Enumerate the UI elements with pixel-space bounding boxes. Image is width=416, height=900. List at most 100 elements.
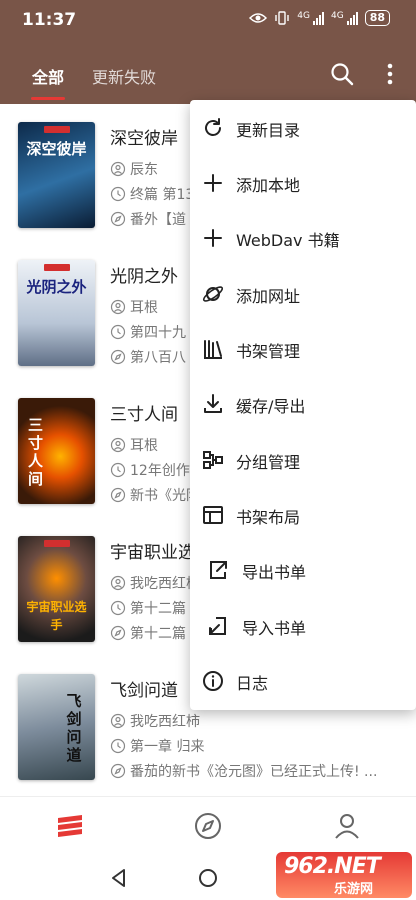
book-cover: 宇宙职业选手 bbox=[18, 536, 95, 642]
book-cover: 光阴之外 bbox=[18, 260, 95, 366]
book-read-row: 第八百八 bbox=[110, 347, 186, 367]
book-latest-row: 12年创作 bbox=[110, 460, 190, 480]
layout-icon bbox=[203, 506, 223, 524]
bookshelf-tab-icon bbox=[58, 815, 82, 837]
book-author-row: 耳根 bbox=[110, 435, 158, 455]
book-latest-row: 终篇 第13 bbox=[110, 184, 194, 204]
watermark-main: 962.NET bbox=[284, 854, 381, 879]
clock-icon bbox=[110, 738, 126, 754]
person-icon bbox=[110, 299, 126, 315]
menu-item-add-local[interactable]: 添加本地 bbox=[190, 155, 416, 210]
cover-title: 飞剑问道 bbox=[66, 692, 82, 764]
book-latest-row: 第十二篇 bbox=[110, 598, 186, 618]
publisher-badge bbox=[44, 264, 70, 271]
book-latest-chapter: 12年创作 bbox=[130, 463, 190, 479]
menu-item-bookshelf-layout[interactable]: 书架布局 bbox=[190, 487, 416, 542]
tab-all[interactable]: 全部 bbox=[32, 64, 64, 88]
watermark-sub: 乐游网 bbox=[334, 882, 374, 897]
menu-item-add-url[interactable]: 添加网址 bbox=[190, 266, 416, 321]
back-icon[interactable] bbox=[107, 866, 131, 890]
book-author: 我吃西红柿 bbox=[130, 714, 200, 730]
status-time: 11:37 bbox=[22, 10, 77, 30]
book-author-row: 我吃西红柿 bbox=[110, 711, 200, 731]
site-watermark-logo: 962.NET 乐游网 bbox=[276, 852, 412, 898]
publisher-badge bbox=[44, 126, 70, 133]
bookshelf-icon bbox=[204, 340, 222, 359]
menu-item-cache-export[interactable]: 缓存/导出 bbox=[190, 376, 416, 431]
cover-title: 三寸人间 bbox=[28, 416, 44, 488]
cover-title: 深空彼岸 bbox=[26, 140, 87, 158]
menu-item-label: 导出书单 bbox=[242, 563, 307, 582]
book-author-row: 我吃西红柿 bbox=[110, 573, 200, 593]
person-icon bbox=[110, 437, 126, 453]
cover-title: 光阴之外 bbox=[26, 278, 87, 296]
book-title: 深空彼岸 bbox=[110, 129, 178, 149]
eye-icon bbox=[249, 13, 268, 23]
book-last-read: 番外【道 bbox=[130, 212, 186, 228]
menu-item-group-manage[interactable]: 分组管理 bbox=[190, 432, 416, 487]
tab-update-failed[interactable]: 更新失败 bbox=[92, 64, 156, 88]
vibrate-icon bbox=[275, 11, 289, 25]
plus-icon bbox=[204, 229, 222, 247]
book-cover: 飞剑问道 bbox=[18, 674, 95, 780]
book-author: 耳根 bbox=[130, 300, 158, 316]
status-bar: 11:37 4G 4G 88 bbox=[0, 0, 416, 40]
book-title: 飞剑问道 bbox=[110, 681, 178, 701]
search-icon bbox=[331, 63, 354, 86]
book-read-row: 番外【道 bbox=[110, 209, 186, 229]
menu-item-log[interactable]: 日志 bbox=[190, 653, 416, 708]
book-cover: 深空彼岸 bbox=[18, 122, 95, 228]
bottom-nav bbox=[0, 796, 416, 856]
app-header: 11:37 4G 4G 88 全部 更新失败 bbox=[0, 0, 416, 104]
book-author: 辰东 bbox=[130, 162, 158, 178]
menu-item-label: 添加网址 bbox=[236, 287, 301, 306]
person-icon bbox=[110, 713, 126, 729]
home-icon[interactable] bbox=[196, 866, 220, 890]
plus-icon bbox=[204, 174, 222, 192]
menu-item-export-list[interactable]: 导出书单 bbox=[190, 542, 416, 597]
menu-item-label: 更新目录 bbox=[236, 121, 301, 140]
book-author-row: 辰东 bbox=[110, 159, 158, 179]
group-icon bbox=[203, 451, 223, 469]
nav-bookshelf[interactable] bbox=[55, 811, 85, 841]
download-icon bbox=[204, 394, 222, 413]
book-read-row: 番茄的新书《沧元图》已经正式上传! ... bbox=[110, 761, 377, 781]
tab-indicator bbox=[31, 97, 65, 100]
compass-icon bbox=[110, 211, 126, 227]
nav-profile[interactable] bbox=[332, 811, 362, 841]
book-last-read: 第八百八 bbox=[130, 350, 186, 366]
book-author: 耳根 bbox=[130, 438, 158, 454]
book-last-read: 番茄的新书《沧元图》已经正式上传! ... bbox=[130, 764, 378, 780]
nav-discover[interactable] bbox=[193, 811, 223, 841]
book-last-read: 第十二篇 bbox=[130, 626, 186, 642]
signal-icon: 4G bbox=[297, 11, 324, 25]
menu-item-import-list[interactable]: 导入书单 bbox=[190, 598, 416, 653]
publisher-badge bbox=[44, 540, 70, 547]
book-author-row: 耳根 bbox=[110, 297, 158, 317]
compass-icon bbox=[110, 487, 126, 503]
overflow-menu: 更新目录 添加本地 WebDav 书籍 添加网址 书架管理 缓存/导出 分组管理… bbox=[190, 100, 416, 710]
export-icon bbox=[210, 561, 227, 579]
book-read-row: 新书《光阴 bbox=[110, 485, 200, 505]
menu-item-label: 书架布局 bbox=[236, 508, 301, 527]
tab-bar: 全部 更新失败 bbox=[0, 60, 300, 104]
clock-icon bbox=[110, 324, 126, 340]
menu-item-webdav[interactable]: WebDav 书籍 bbox=[190, 210, 416, 265]
menu-item-label: 日志 bbox=[236, 674, 269, 693]
clock-icon bbox=[110, 462, 126, 478]
menu-item-update-toc[interactable]: 更新目录 bbox=[190, 100, 416, 155]
signal-icon-2: 4G bbox=[331, 11, 358, 25]
menu-item-label: 缓存/导出 bbox=[236, 397, 306, 416]
battery-indicator: 88 bbox=[364, 10, 390, 26]
compass-icon bbox=[195, 813, 221, 839]
book-cover: 三寸人间 bbox=[18, 398, 95, 504]
menu-item-bookshelf-manage[interactable]: 书架管理 bbox=[190, 321, 416, 376]
book-title: 三寸人间 bbox=[110, 405, 178, 425]
menu-item-label: 分组管理 bbox=[236, 453, 301, 472]
book-read-row: 第十二篇 bbox=[110, 623, 186, 643]
more-menu-button[interactable] bbox=[374, 58, 406, 90]
search-button[interactable] bbox=[326, 58, 358, 90]
menu-item-label: 导入书单 bbox=[242, 619, 307, 638]
book-latest-chapter: 第四十九 bbox=[130, 325, 186, 341]
book-latest-chapter: 第十二篇 bbox=[130, 601, 186, 617]
